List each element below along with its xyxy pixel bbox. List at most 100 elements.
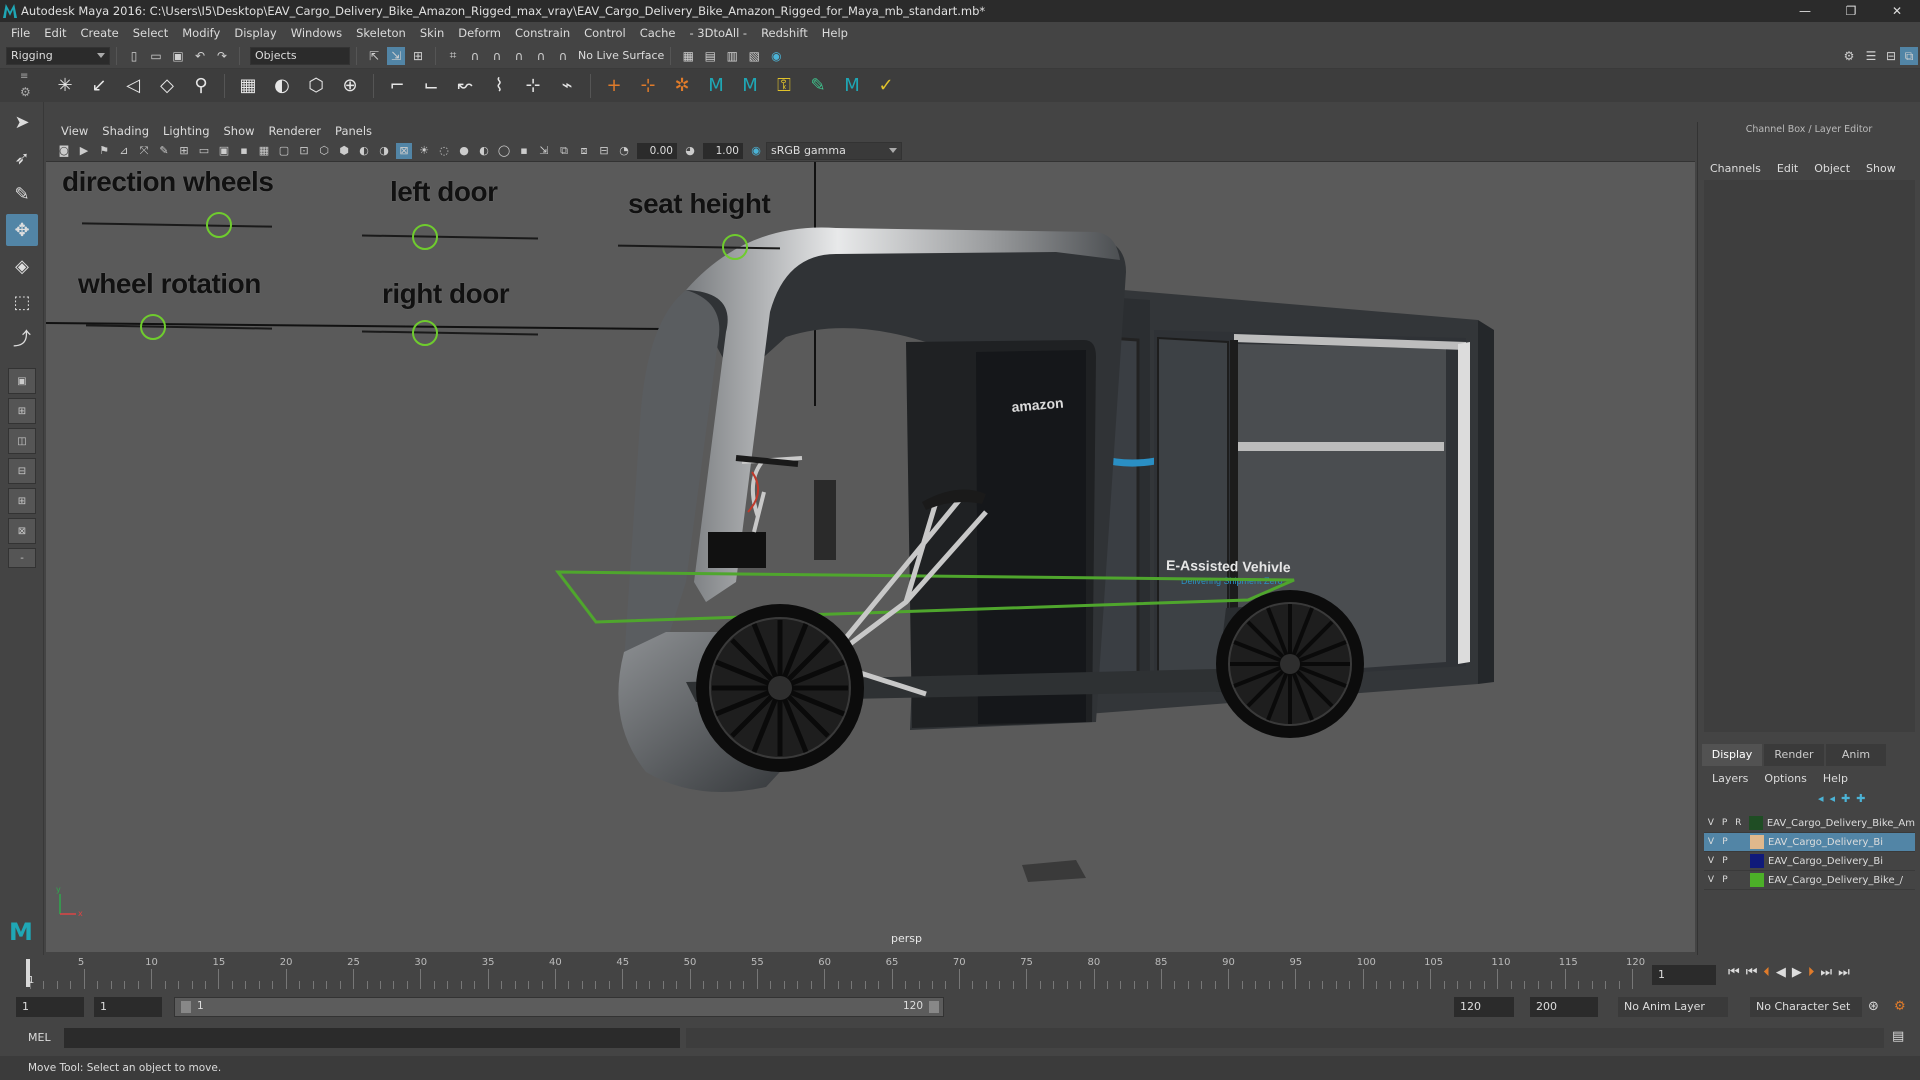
- menu-redshift[interactable]: Redshift: [754, 26, 815, 40]
- paint-weights-icon[interactable]: ↜: [452, 73, 478, 99]
- select-hierarchy-icon[interactable]: ⇱: [365, 47, 383, 65]
- move-tool-icon[interactable]: ✥: [6, 214, 38, 246]
- image-plane-icon[interactable]: ⊿: [116, 143, 132, 159]
- grid-icon[interactable]: ⊞: [176, 143, 192, 159]
- layer-playback-toggle[interactable]: P: [1718, 875, 1732, 885]
- range-slider[interactable]: 1 120: [174, 997, 944, 1017]
- range-end-handle[interactable]: [929, 1001, 939, 1013]
- step-back-key-icon[interactable]: ⏮: [1746, 965, 1758, 980]
- camera-attributes-icon[interactable]: ▶: [76, 143, 92, 159]
- film-gate-icon[interactable]: ▭: [196, 143, 212, 159]
- current-frame-field[interactable]: 1: [1652, 965, 1716, 985]
- menu-3dtoall[interactable]: - 3DtoAll -: [682, 26, 754, 40]
- new-layer-selected-icon[interactable]: ✚: [1856, 792, 1865, 805]
- xray-icon[interactable]: ◑: [376, 143, 392, 159]
- render-settings-icon[interactable]: ▦: [679, 47, 697, 65]
- make-live-icon[interactable]: ∩: [554, 47, 572, 65]
- textured-icon[interactable]: ☀: [416, 143, 432, 159]
- show-menu[interactable]: Show: [1866, 162, 1896, 175]
- motion-blur-icon[interactable]: ◯: [496, 143, 512, 159]
- object-menu[interactable]: Object: [1814, 162, 1850, 175]
- modeling-toolkit-icon[interactable]: ⚙: [1840, 47, 1858, 65]
- layout-more-icon[interactable]: -: [8, 548, 36, 568]
- set-key-icon[interactable]: ⚿: [771, 73, 797, 99]
- scale-tool-icon[interactable]: ⬚: [6, 286, 38, 318]
- smooth-shade-icon[interactable]: ⬢: [336, 143, 352, 159]
- layer-color-swatch[interactable]: [1749, 816, 1763, 830]
- menu-cache[interactable]: Cache: [633, 26, 683, 40]
- safe-title-icon[interactable]: ⊡: [296, 143, 312, 159]
- orient-constraint-icon[interactable]: ✲: [669, 73, 695, 99]
- nonlinear-deformer-icon[interactable]: ⊕: [337, 73, 363, 99]
- layer-row[interactable]: V P R EAV_Cargo_Delivery_Bike_Am: [1704, 814, 1915, 833]
- mash-icon-1[interactable]: M: [703, 73, 729, 99]
- render-view-icon[interactable]: ▧: [745, 47, 763, 65]
- menu-control[interactable]: Control: [577, 26, 633, 40]
- ik-handle-icon[interactable]: ↙: [86, 73, 112, 99]
- seat-height-knob[interactable]: [722, 234, 748, 260]
- lasso-tool-icon[interactable]: ➶: [6, 142, 38, 174]
- render-tab[interactable]: Render: [1764, 744, 1824, 766]
- camera-select-icon[interactable]: ◙: [56, 143, 72, 159]
- paint-select-icon[interactable]: ✎: [6, 178, 38, 210]
- move-layer-down-icon[interactable]: ◂: [1830, 792, 1836, 805]
- new-scene-icon[interactable]: ▯: [125, 47, 143, 65]
- field-chart-icon[interactable]: ▦: [256, 143, 272, 159]
- script-editor-icon[interactable]: ▤: [1892, 1029, 1904, 1044]
- layer-visibility-toggle[interactable]: V: [1704, 856, 1718, 866]
- view-transform-dropdown[interactable]: sRGB gamma: [766, 141, 902, 160]
- mirror-weights-icon[interactable]: ⌇: [486, 73, 512, 99]
- mash-icon-2[interactable]: M: [737, 73, 763, 99]
- layer-visibility-toggle[interactable]: V: [1704, 818, 1718, 828]
- snap-point-icon[interactable]: ∩: [488, 47, 506, 65]
- humanik-icon[interactable]: ⚲: [188, 73, 214, 99]
- grease-pencil-icon[interactable]: ✎: [156, 143, 172, 159]
- goto-start-icon[interactable]: ⏮: [1728, 965, 1740, 980]
- layer-visibility-toggle[interactable]: V: [1704, 875, 1718, 885]
- select-object-icon[interactable]: ⇲: [387, 46, 405, 65]
- direction-wheels-knob[interactable]: [206, 212, 232, 238]
- ik-spline-icon[interactable]: ◁: [120, 73, 146, 99]
- safe-action-icon[interactable]: ▢: [276, 143, 292, 159]
- snap-view-plane-icon[interactable]: ∩: [510, 47, 528, 65]
- anim-layer-dropdown[interactable]: No Anim Layer: [1618, 997, 1728, 1017]
- ao-icon[interactable]: ◐: [476, 143, 492, 159]
- scene-end-field[interactable]: 200: [1530, 997, 1598, 1017]
- layer-playback-toggle[interactable]: P: [1718, 818, 1732, 828]
- menu-skin[interactable]: Skin: [413, 26, 451, 40]
- select-component-icon[interactable]: ⊞: [409, 47, 427, 65]
- insert-joint-icon[interactable]: ◇: [154, 73, 180, 99]
- step-forward-key-icon[interactable]: ⏭: [1820, 965, 1832, 980]
- shelf-menu-icon[interactable]: ≡: [20, 71, 28, 82]
- xray-active-icon[interactable]: ⧈: [576, 143, 592, 159]
- snap-surface-icon[interactable]: ∩: [532, 47, 550, 65]
- bookmark-icon[interactable]: ⚑: [96, 143, 112, 159]
- layer-color-swatch[interactable]: [1750, 835, 1764, 849]
- menu-constrain[interactable]: Constrain: [508, 26, 577, 40]
- gamma-icon[interactable]: ◕: [682, 143, 698, 159]
- character-set-dropdown[interactable]: No Character Set: [1750, 997, 1862, 1017]
- menu-create[interactable]: Create: [74, 26, 126, 40]
- layer-color-swatch[interactable]: [1750, 854, 1764, 868]
- step-forward-frame-icon[interactable]: ⏵: [1808, 965, 1815, 980]
- vp-menu-view[interactable]: View: [54, 124, 95, 138]
- save-scene-icon[interactable]: ▣: [169, 47, 187, 65]
- scene-start-field[interactable]: 1: [16, 997, 84, 1017]
- isolate-icon[interactable]: ⇲: [536, 143, 552, 159]
- time-slider[interactable]: 5 10 15 20 25 30 35 40 45 50 55 60 65 70 75 80 85 90 95 100…: [0, 955, 1920, 991]
- move-layer-up-icon[interactable]: ◂: [1818, 792, 1824, 805]
- twod-pan-icon[interactable]: ⤧: [136, 143, 152, 159]
- channel-box-area[interactable]: [1704, 180, 1915, 732]
- menu-display[interactable]: Display: [227, 26, 283, 40]
- shelf-options-icon[interactable]: ⚙: [20, 85, 31, 99]
- new-layer-icon[interactable]: ✚: [1841, 792, 1850, 805]
- cluster-icon[interactable]: ◐: [269, 73, 295, 99]
- mash-icon-3[interactable]: M: [839, 73, 865, 99]
- color-management-icon[interactable]: ◉: [748, 143, 764, 159]
- render-frame-icon[interactable]: ▤: [701, 47, 719, 65]
- layers-menu[interactable]: Layers: [1712, 772, 1748, 785]
- close-button[interactable]: ✕: [1874, 0, 1920, 22]
- undo-icon[interactable]: ↶: [191, 47, 209, 65]
- vp-menu-shading[interactable]: Shading: [95, 124, 156, 138]
- wheel-rotation-knob[interactable]: [140, 314, 166, 340]
